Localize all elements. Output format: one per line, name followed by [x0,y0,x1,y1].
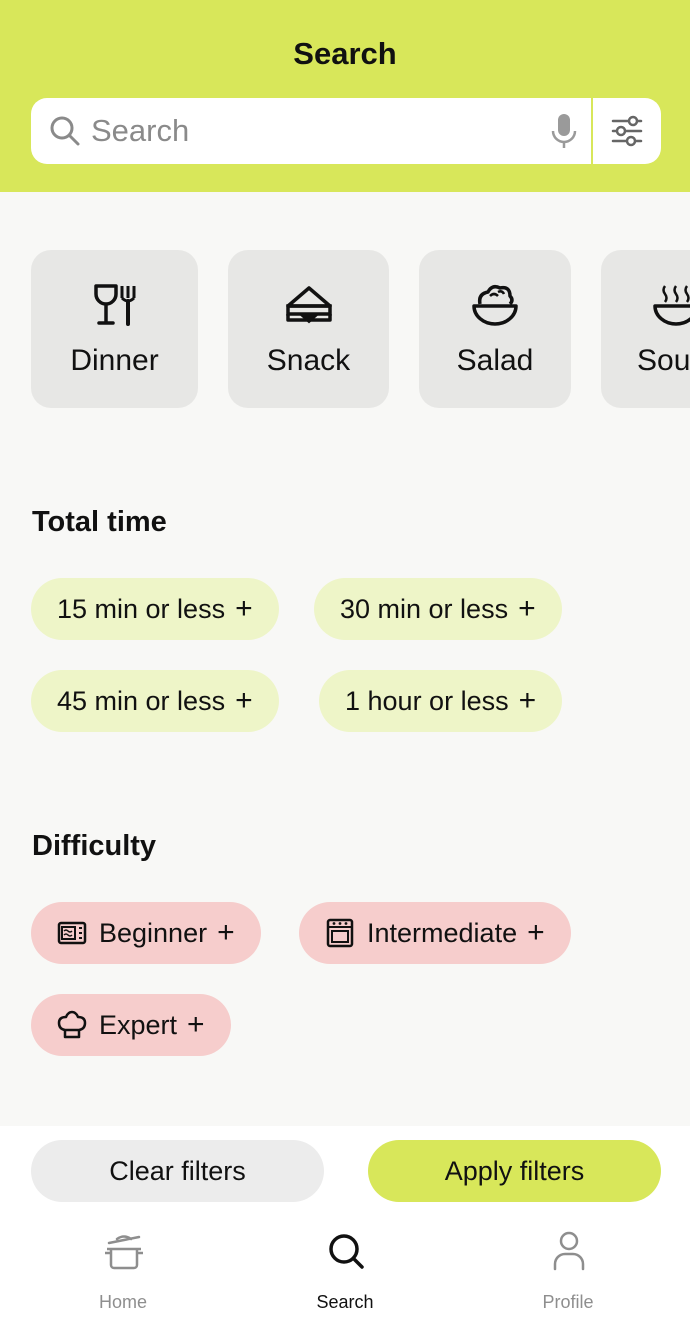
chip-label: 15 min or less [57,593,226,624]
filter-action-bar: Clear filters Apply filters [0,1126,690,1221]
app-root: Search Search Dinner Snack Salad Sou Tot… [0,0,690,1325]
chip-label: Beginner [99,917,208,948]
category-label: Dinner [70,344,159,377]
plus-icon: + [527,916,545,949]
difficulty-title: Difficulty [32,830,157,862]
chip-label: Expert [99,1009,178,1040]
salad-bowl-icon [470,280,520,330]
plus-icon: + [235,684,253,717]
chip-label: 1 hour or less [345,685,509,716]
nav-item-home[interactable]: Home [43,1229,203,1319]
nav-label: Search [316,1292,374,1312]
plus-icon: + [518,592,536,625]
category-dinner[interactable]: Dinner [31,250,198,408]
total-time-title: Total time [32,506,167,538]
category-soup[interactable]: Sou [601,250,690,408]
soup-bowl-icon [651,280,690,330]
oven-icon [325,918,355,948]
time-chip-15[interactable]: 15 min or less + [31,578,279,640]
nav-item-profile[interactable]: Profile [488,1229,648,1319]
clear-filters-button[interactable]: Clear filters [31,1140,324,1202]
time-chip-45[interactable]: 45 min or less + [31,670,279,732]
microwave-icon [57,918,87,948]
person-icon [548,1229,590,1273]
category-snack[interactable]: Snack [228,250,389,408]
category-salad[interactable]: Salad [419,250,571,408]
filter-sliders-icon[interactable] [609,113,645,149]
nav-item-search[interactable]: Search [265,1229,425,1319]
search-icon [325,1229,367,1273]
header: Search [0,0,690,192]
nav-label: Profile [542,1292,594,1312]
category-label: Salad [456,344,534,377]
bottom-nav: Home Search Profile [0,1221,690,1325]
wine-fork-icon [90,280,140,330]
time-chip-60[interactable]: 1 hour or less + [319,670,563,732]
search-divider [591,98,593,164]
time-chip-30[interactable]: 30 min or less + [314,578,562,640]
category-list: Dinner Snack Salad Sou [0,250,690,410]
chip-label: Intermediate [367,917,518,948]
search-input[interactable] [91,108,541,154]
plus-icon: + [217,916,235,949]
plus-icon: + [518,684,537,717]
nav-label: Home [98,1292,147,1312]
plus-icon: + [187,1008,205,1041]
chip-label: 45 min or less [57,685,226,716]
page-title: Search [293,36,397,71]
chef-hat-icon [57,1010,87,1040]
plus-icon: + [235,592,253,625]
difficulty-chip-expert[interactable]: Expert + [31,994,231,1056]
sandwich-icon [284,280,334,330]
search-bar [31,98,661,164]
search-icon [47,113,83,149]
pot-icon [103,1229,145,1273]
category-label: Sou [637,344,690,377]
chip-label: 30 min or less [340,593,509,624]
category-label: Snack [266,344,351,377]
difficulty-chip-beginner[interactable]: Beginner + [31,902,261,964]
apply-filters-button[interactable]: Apply filters [368,1140,661,1202]
difficulty-chip-intermediate[interactable]: Intermediate + [299,902,571,964]
microphone-icon[interactable] [547,111,581,151]
